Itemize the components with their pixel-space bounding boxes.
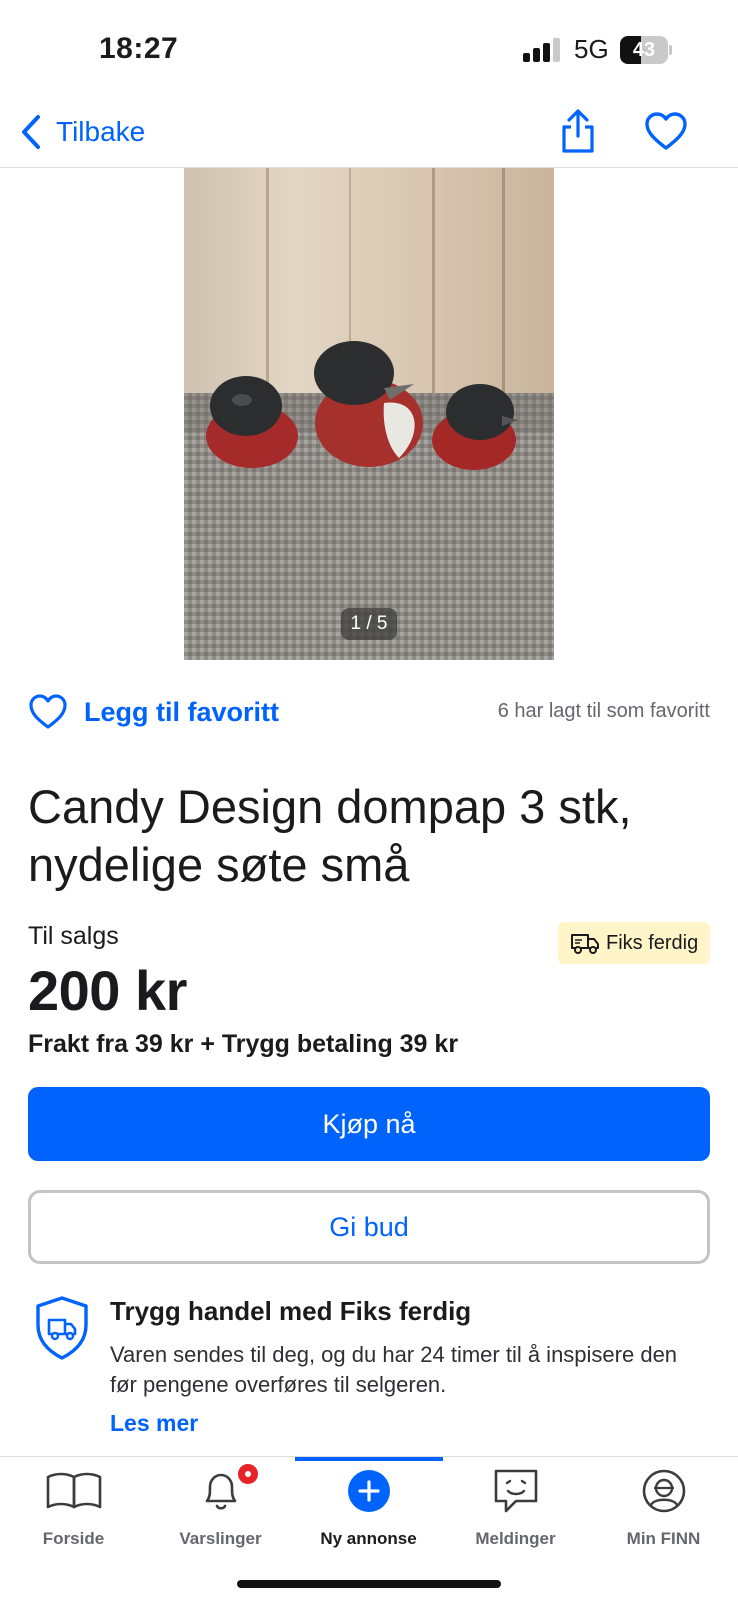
share-icon xyxy=(562,109,594,153)
status-bar: 18:27 5G 43 xyxy=(0,0,738,100)
tab-ny-annonse[interactable]: Ny annonse xyxy=(295,1457,442,1557)
truck-icon xyxy=(571,934,599,954)
chat-icon xyxy=(494,1469,538,1513)
network-label: 5G xyxy=(574,34,609,64)
price: 200 kr xyxy=(28,959,187,1022)
tab-meldinger[interactable]: Meldinger xyxy=(442,1457,589,1557)
heart-icon xyxy=(29,694,67,729)
listing-image xyxy=(184,168,554,660)
favorite-button[interactable] xyxy=(644,110,688,154)
book-icon xyxy=(46,1472,102,1509)
listing-photo[interactable]: 1 / 5 xyxy=(184,168,554,660)
favorite-row: Legg til favoritt 6 har lagt til som fav… xyxy=(28,690,710,734)
safe-trade-text: Varen sendes til deg, og du har 24 timer… xyxy=(110,1342,678,1397)
shield-truck-icon xyxy=(36,1296,88,1360)
tab-label: Ny annonse xyxy=(320,1529,417,1548)
battery-icon: 43 xyxy=(620,36,672,64)
badge-label: Fiks ferdig xyxy=(606,931,699,954)
back-button[interactable]: Tilbake xyxy=(18,110,145,154)
read-more-link[interactable]: Les mer xyxy=(110,1410,198,1437)
battery-level: 43 xyxy=(632,39,656,61)
tab-label: Varslinger xyxy=(179,1529,262,1548)
favorite-count: 6 har lagt til som favoritt xyxy=(497,700,710,722)
tab-bar: Forside Varslinger Ny annonse Meldinger … xyxy=(0,1456,738,1600)
tab-label: Meldinger xyxy=(475,1529,556,1548)
buy-now-button[interactable]: Kjøp nå xyxy=(28,1087,710,1161)
photo-counter: 1 / 5 xyxy=(341,608,397,640)
home-indicator xyxy=(237,1580,501,1588)
shipping-info: Frakt fra 39 kr + Trygg betaling 39 kr xyxy=(28,1030,459,1058)
heart-icon xyxy=(645,112,687,150)
fiks-ferdig-badge: Fiks ferdig xyxy=(558,922,710,964)
tab-min-finn[interactable]: Min FINN xyxy=(590,1457,737,1557)
safe-trade-title: Trygg handel med Fiks ferdig xyxy=(110,1296,472,1326)
add-favorite-label: Legg til favoritt xyxy=(84,696,279,727)
notification-badge xyxy=(235,1461,261,1487)
nav-bar: Tilbake xyxy=(0,100,738,168)
chevron-left-icon xyxy=(22,115,40,149)
share-button[interactable] xyxy=(558,108,598,154)
place-bid-button[interactable]: Gi bud xyxy=(28,1190,710,1264)
add-favorite-button[interactable]: Legg til favoritt xyxy=(28,690,279,734)
back-label: Tilbake xyxy=(56,116,146,147)
signal-icon xyxy=(523,38,561,62)
tab-label: Forside xyxy=(42,1529,105,1548)
listing-title: Candy Design dompap 3 stk, nydelige søte… xyxy=(28,780,632,891)
tab-varslinger[interactable]: Varslinger xyxy=(147,1457,294,1557)
tab-label: Min FINN xyxy=(626,1529,701,1548)
sale-label: Til salgs xyxy=(28,922,119,950)
profile-icon xyxy=(642,1469,686,1513)
tab-forside[interactable]: Forside xyxy=(0,1457,147,1557)
status-time: 18:27 xyxy=(99,32,179,65)
plus-circle-icon xyxy=(348,1470,390,1512)
